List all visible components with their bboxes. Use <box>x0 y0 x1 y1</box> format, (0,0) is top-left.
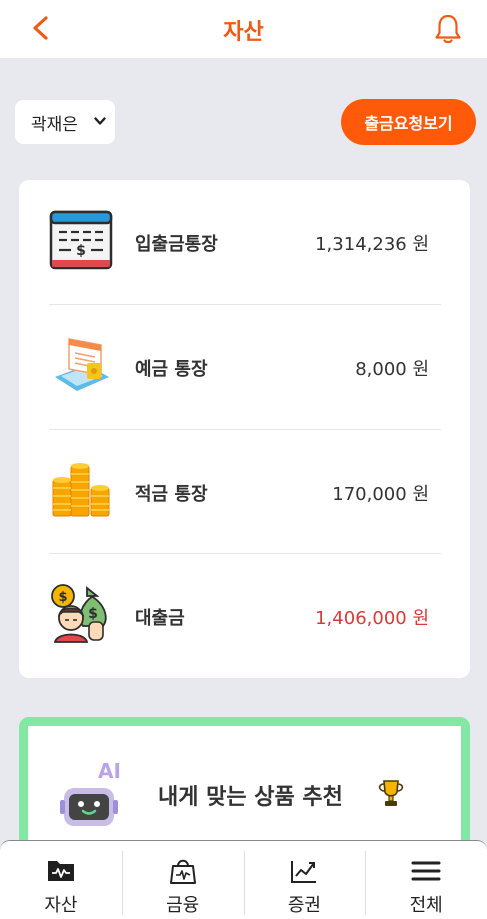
account-row-checking[interactable]: $ 입출금통장 1,314,236 원 <box>49 180 441 304</box>
account-amount: 1,314,236 원 <box>315 234 429 255</box>
account-row-loan[interactable]: $ $ 대출금 1,406,000 원 <box>49 554 441 678</box>
deposit-icon <box>55 338 109 391</box>
bell-icon[interactable] <box>433 13 463 45</box>
loan-icon: $ $ <box>51 584 107 643</box>
nav-item-all[interactable]: 전체 <box>365 841 487 919</box>
account-row-savings[interactable]: 적금 통장 170,000 원 <box>49 430 441 554</box>
account-amount: 8,000 원 <box>355 359 429 380</box>
page-title: 자산 <box>223 20 264 45</box>
account-amount: 1,406,000 원 <box>315 608 429 629</box>
ai-robot-icon: AI <box>60 759 121 826</box>
nav-item-assets[interactable]: 자산 <box>0 841 122 919</box>
svg-text:AI: AI <box>98 759 121 783</box>
account-amount: 170,000 원 <box>332 484 429 505</box>
user-select-value: 곽재은 <box>31 114 78 135</box>
nav-label: 금융 <box>166 895 200 916</box>
svg-text:$: $ <box>88 606 98 622</box>
account-name: 입출금통장 <box>135 234 218 255</box>
chevron-down-icon <box>94 117 106 125</box>
recommendation-text: 내게 맞는 상품 추천 <box>158 785 343 810</box>
accounts-card: $ 입출금통장 1,314,236 원 예금 통장 8,000 원 적금 통장 … <box>19 180 470 678</box>
account-row-deposit[interactable]: 예금 통장 8,000 원 <box>49 305 441 429</box>
account-name: 대출금 <box>135 608 185 629</box>
account-name: 예금 통장 <box>135 359 208 380</box>
shopping-bag-icon <box>169 859 196 884</box>
hamburger-menu-icon <box>411 861 441 881</box>
withdraw-requests-button[interactable]: 출금요청보기 <box>341 99 476 145</box>
top-app-bar: 자산 <box>0 0 487 58</box>
nav-label: 자산 <box>44 895 78 916</box>
nav-label: 증권 <box>287 895 321 916</box>
svg-text:$: $ <box>76 243 86 259</box>
trophy-icon <box>378 780 404 806</box>
user-select[interactable]: 곽재은 <box>15 100 115 144</box>
wallet-folder-icon <box>47 861 74 881</box>
bottom-navigation: 자산 금융 증권 전체 <box>0 840 487 919</box>
coin-stack-icon <box>52 463 110 517</box>
account-name: 적금 통장 <box>135 484 208 505</box>
bank-book-icon: $ <box>49 210 113 270</box>
nav-item-securities[interactable]: 증권 <box>243 841 366 919</box>
nav-item-finance[interactable]: 금융 <box>121 841 244 919</box>
stock-chart-icon <box>291 861 317 883</box>
nav-label: 전체 <box>409 895 443 916</box>
svg-text:$: $ <box>58 590 67 605</box>
